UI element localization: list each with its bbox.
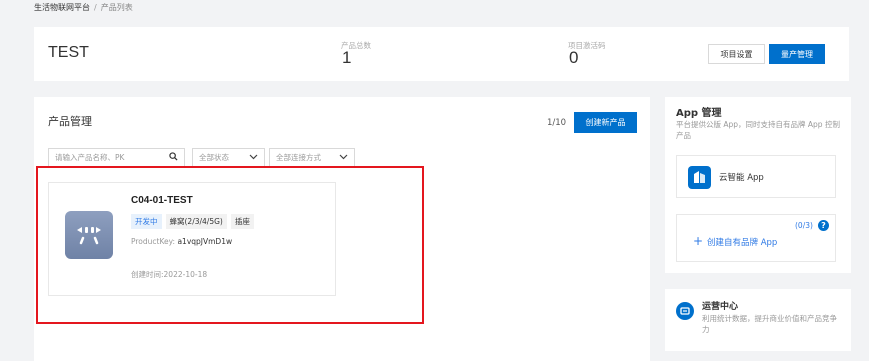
status-select-value: 全部状态	[199, 153, 229, 162]
plus-icon: +	[693, 234, 704, 248]
connection-select[interactable]: 全部连接方式	[269, 148, 355, 167]
operations-title: 运营中心	[702, 302, 739, 312]
status-tag: 开发中	[131, 214, 162, 229]
product-key-value: a1vqpJVmD1w	[177, 237, 233, 246]
product-total-value: 1	[342, 48, 352, 67]
project-settings-button[interactable]: 项目设置	[708, 44, 765, 64]
created-time-label: 创建时间:	[131, 270, 164, 279]
brand-app-count: (0/3)	[795, 221, 813, 230]
project-title: TEST	[48, 44, 89, 61]
smart-app-icon	[688, 166, 711, 189]
socket-icon	[65, 211, 113, 259]
create-product-button[interactable]: 创建新产品	[574, 112, 637, 133]
search-icon[interactable]	[169, 152, 178, 163]
product-name[interactable]: C04-01-TEST	[131, 195, 193, 206]
created-time: 创建时间:2022-10-18	[131, 269, 207, 280]
help-icon[interactable]: ?	[818, 220, 829, 231]
network-tag: 蜂窝(2/3/4/5G)	[165, 214, 227, 229]
operations-card[interactable]: 运营中心 利用统计数据，提升商业价值和产品竞争力	[665, 289, 851, 351]
public-app-name: 云智能 App	[719, 173, 764, 183]
app-management-card: App 管理 平台提供公版 App，同时支持自有品牌 App 控制产品 云智能 …	[665, 97, 851, 273]
search-input[interactable]: 请输入产品名称、PK	[48, 148, 185, 167]
product-tags: 开发中 蜂窝(2/3/4/5G) 插座	[131, 214, 254, 229]
chevron-down-icon	[249, 153, 258, 162]
section-title: 产品管理	[48, 115, 92, 128]
breadcrumb-root[interactable]: 生活物联网平台	[34, 3, 90, 12]
product-management-card: 产品管理 1/10 创建新产品 请输入产品名称、PK 全部状态 全部连接方式 C…	[34, 97, 650, 361]
product-key-label: ProductKey:	[131, 237, 176, 246]
product-card[interactable]: C04-01-TEST 开发中 蜂窝(2/3/4/5G) 插座 ProductK…	[48, 182, 336, 296]
mass-production-button[interactable]: 量产管理	[769, 44, 825, 64]
operations-icon	[676, 302, 694, 320]
chevron-down-icon	[339, 153, 348, 162]
app-management-title: App 管理	[676, 108, 722, 119]
search-placeholder: 请输入产品名称、PK	[55, 153, 125, 162]
app-management-description: 平台提供公版 App，同时支持自有品牌 App 控制产品	[676, 120, 840, 140]
breadcrumb: 生活物联网平台 / 产品列表	[34, 2, 133, 13]
product-count: 1/10	[547, 118, 567, 128]
breadcrumb-separator: /	[94, 3, 97, 12]
connection-select-value: 全部连接方式	[276, 153, 321, 162]
project-header-card: TEST 产品总数 1 项目激活码 0 项目设置 量产管理	[34, 27, 849, 81]
status-select[interactable]: 全部状态	[192, 148, 265, 167]
brand-app-box[interactable]: (0/3) ? + 创建自有品牌 App	[676, 214, 836, 262]
create-brand-app-link[interactable]: 创建自有品牌 App	[707, 236, 777, 248]
product-key: ProductKey: a1vqpJVmD1w	[131, 237, 232, 246]
breadcrumb-current: 产品列表	[100, 3, 133, 12]
operations-description: 利用统计数据，提升商业价值和产品竞争力	[702, 314, 837, 334]
category-tag: 插座	[230, 214, 254, 229]
created-time-value: 2022-10-18	[163, 270, 208, 279]
public-app-box[interactable]: 云智能 App	[676, 155, 836, 198]
activation-code-value: 0	[569, 48, 579, 67]
